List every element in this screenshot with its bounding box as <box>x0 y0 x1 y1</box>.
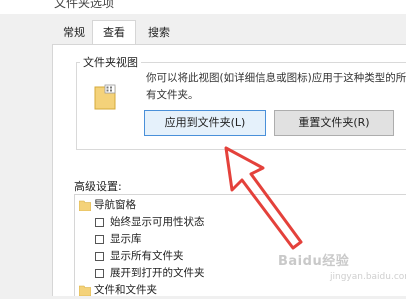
title-bar: 文件夹选项 <box>0 0 406 14</box>
folder-views-description: 你可以将此视图(如详细信息或图标)应用于这种类型的所 有文件夹。 <box>146 70 406 104</box>
window-title: 文件夹选项 <box>54 0 115 10</box>
apply-to-folders-button[interactable]: 应用到文件夹(L) <box>144 110 266 136</box>
tree-item-label: 显示库 <box>110 233 142 245</box>
tab-search[interactable]: 搜索 <box>138 23 180 43</box>
tree-item-label: 始终显示可用性状态 <box>110 216 205 228</box>
tree-item-label: 显示所有文件夹 <box>110 250 184 262</box>
checkbox[interactable] <box>95 218 104 227</box>
watermark-logo: Baidu经验 <box>278 254 350 269</box>
tab-general[interactable]: 常规 <box>54 23 94 43</box>
advanced-settings-label: 高级设置: <box>74 180 122 193</box>
folder-views-label: 文件夹视图 <box>80 54 141 70</box>
folder-icon <box>79 285 91 296</box>
folder-icon <box>79 200 91 211</box>
tab-view[interactable]: 查看 <box>92 20 136 44</box>
checkbox[interactable] <box>95 252 104 261</box>
reset-folders-button[interactable]: 重置文件夹(R) <box>274 110 394 136</box>
checkbox[interactable] <box>95 269 104 278</box>
tree-item-label: 导航窗格 <box>94 199 136 211</box>
folder-view-icon <box>94 84 116 110</box>
tree-item-label: 文件和文件夹 <box>94 284 157 296</box>
checkbox[interactable] <box>95 235 104 244</box>
description-line-1: 你可以将此视图(如详细信息或图标)应用于这种类型的所 <box>146 72 406 84</box>
description-line-2: 有文件夹。 <box>146 89 199 101</box>
watermark-url: jingyan.baidu.com <box>330 272 406 282</box>
tree-item-label: 展开到打开的文件夹 <box>110 267 205 279</box>
